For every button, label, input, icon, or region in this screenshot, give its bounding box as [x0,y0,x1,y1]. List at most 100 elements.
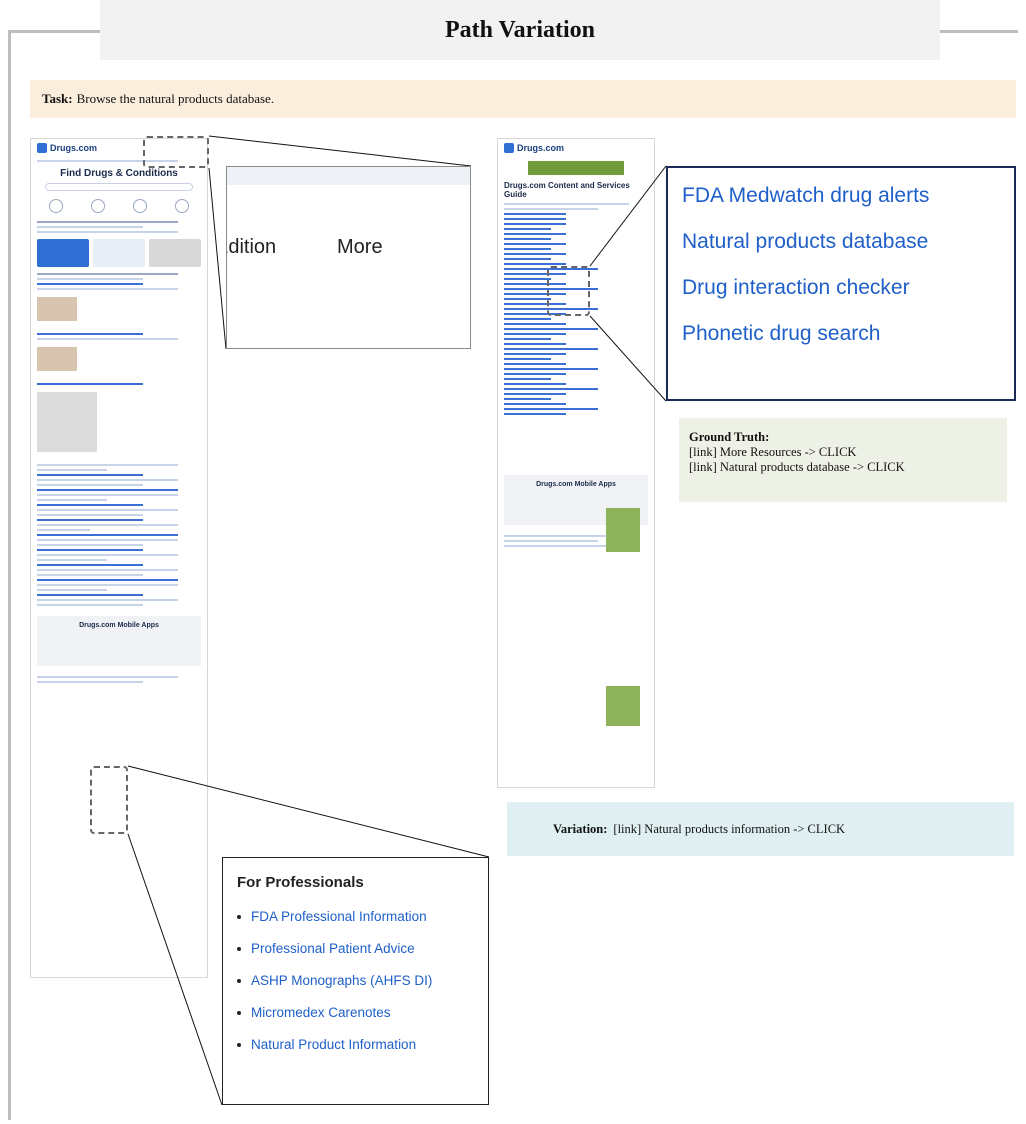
left-text-line [37,589,108,591]
bullet-icon [237,914,241,919]
right-link-line [504,408,598,410]
left-text-line [37,554,178,556]
right-ad-image [606,686,640,726]
news-thumbnail [37,297,77,321]
highlight-right-links [547,266,590,316]
zoom-top-strip [227,167,470,185]
right-link-line [504,223,567,225]
left-search-bar [45,183,193,191]
list-item[interactable]: Natural Product Information [237,1037,474,1052]
left-text-line [37,574,143,576]
right-link-line [504,338,551,340]
zoom-top-callout: Edition More [226,166,471,349]
right-link-line [504,328,598,330]
left-mobile-apps-panel: Drugs.com Mobile Apps [37,616,201,666]
frame-left-border [8,30,11,1120]
natural-product-information-link[interactable]: Natural Product Information [251,1037,416,1052]
right-link-line [504,248,551,250]
right-footer-line [504,540,598,542]
connector-line [208,167,227,350]
left-text-line [37,509,178,511]
right-link-line [504,373,567,375]
list-item[interactable]: FDA Professional Information [237,909,474,924]
left-text-line [37,469,108,471]
left-link-line [37,564,143,566]
category-icon [175,199,189,213]
right-link-line [504,383,567,385]
right-text-line [504,203,629,205]
more-menu-item[interactable]: More [337,236,383,259]
right-link-line [504,323,567,325]
ashp-monographs-link[interactable]: ASHP Monographs (AHFS DI) [251,973,432,988]
left-text-line [37,544,143,546]
left-text-line [37,499,108,501]
right-link-line [504,218,567,220]
right-link-line [504,348,598,350]
category-icon [133,199,147,213]
left-hero-title: Find Drugs & Conditions [60,168,178,179]
left-footer-line [37,676,178,678]
ground-truth-box: Ground Truth: [link] More Resources -> C… [679,418,1007,502]
left-link-line [37,519,143,521]
right-link-line [504,318,551,320]
bullet-icon [237,1042,241,1047]
left-category-icons [35,199,203,213]
page-title: Path Variation [444,16,596,43]
task-bar: Task: Browse the natural products databa… [30,80,1016,118]
right-ad-image [606,508,640,552]
edition-menu-item[interactable]: Edition [227,236,276,259]
left-link-line [37,283,143,285]
right-link-line [504,253,567,255]
highlight-more-menu [143,136,209,168]
right-link-line [504,278,551,280]
right-link-line [504,298,551,300]
drugs-logo-icon [504,143,514,153]
title-banner: Path Variation [100,0,940,60]
right-link-line [504,343,567,345]
left-link-line [37,594,143,596]
natural-products-database-link[interactable]: Natural products database [682,230,1014,254]
left-text-line [37,221,178,223]
professionals-list: FDA Professional Information Professiona… [237,909,474,1052]
left-text-line [37,479,178,481]
zoom-right-callout: FDA Medwatch drug alerts Natural product… [666,166,1016,401]
list-item[interactable]: Micromedex Carenotes [237,1005,474,1020]
left-text-line [37,524,178,526]
phonetic-drug-search-link[interactable]: Phonetic drug search [682,322,1014,346]
left-link-line [37,549,143,551]
left-footer-line [37,681,143,683]
left-text-line [37,231,178,233]
right-logo: Drugs.com [498,139,654,157]
right-link-line [504,393,567,395]
micromedex-carenotes-link[interactable]: Micromedex Carenotes [251,1005,391,1020]
left-mobile-title: Drugs.com Mobile Apps [79,622,159,629]
list-item[interactable]: Professional Patient Advice [237,941,474,956]
fda-professional-information-link[interactable]: FDA Professional Information [251,909,427,924]
left-text-line [37,539,178,541]
category-icon [91,199,105,213]
left-brand: Drugs.com [50,143,98,153]
list-item[interactable]: ASHP Monographs (AHFS DI) [237,973,474,988]
left-link-line [37,534,178,536]
variation-text: [link] Natural products information -> C… [613,821,846,836]
right-link-line [504,243,567,245]
drug-interaction-checker-link[interactable]: Drug interaction checker [682,276,1014,300]
left-link-line [37,579,178,581]
left-text-line [37,273,178,275]
right-link-line [504,213,567,215]
left-link-line [37,504,143,506]
fda-medwatch-link[interactable]: FDA Medwatch drug alerts [682,184,1014,208]
left-text-line [37,599,178,601]
left-text-line [37,529,90,531]
right-link-line [504,263,567,265]
left-feature-tiles [37,239,201,267]
right-link-line [504,388,598,390]
left-link-line [37,383,143,385]
professional-patient-advice-link[interactable]: Professional Patient Advice [251,941,415,956]
left-link-line [37,489,178,491]
left-image-placeholder [37,392,97,452]
right-link-line [504,238,551,240]
right-link-line [504,363,567,365]
left-text-line [37,226,143,228]
variation-box: Variation: [link] Natural products infor… [507,802,1014,856]
